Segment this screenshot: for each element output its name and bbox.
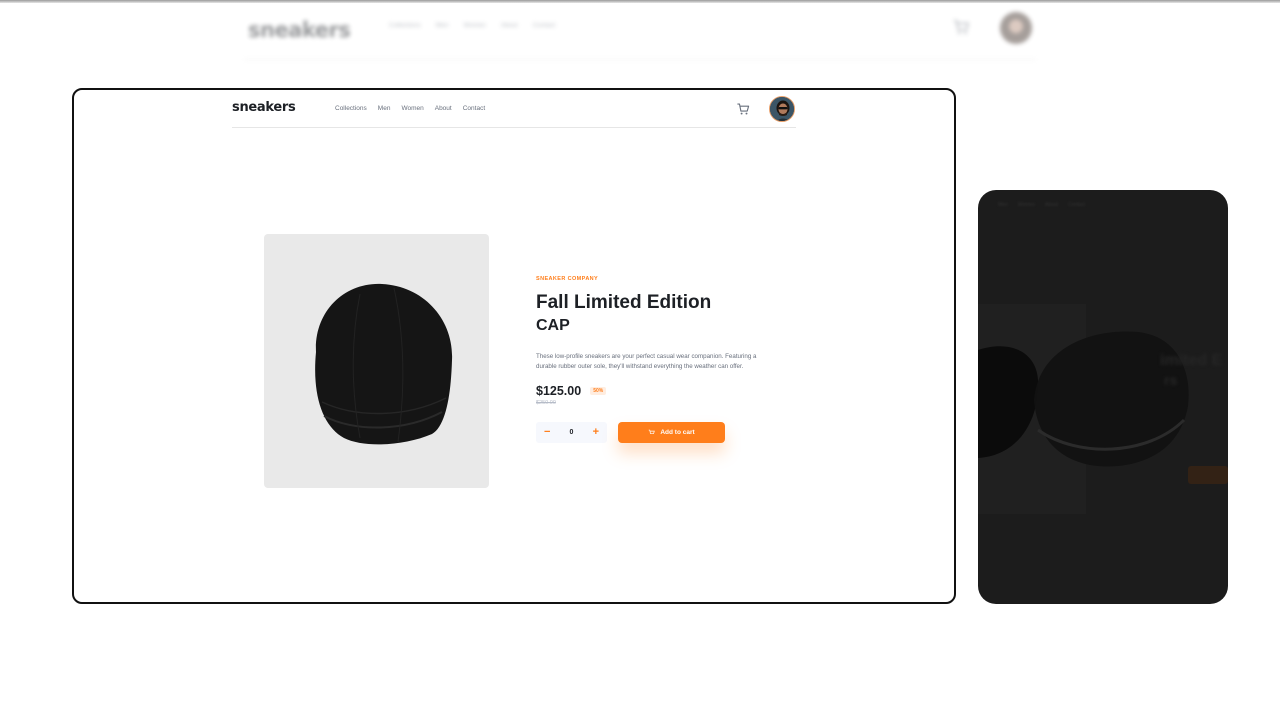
cap-image <box>315 283 453 445</box>
nav-collections[interactable]: Collections <box>335 105 367 112</box>
purchase-actions: − 0 + Add to cart <box>536 422 776 443</box>
cart-icon[interactable] <box>736 102 750 116</box>
background-nav-about: About <box>500 22 518 29</box>
minus-icon[interactable]: − <box>544 427 550 438</box>
quantity-value: 0 <box>569 429 574 436</box>
top-border <box>0 0 1280 3</box>
mobile-title-blurred: imited E <box>1160 352 1223 369</box>
site-header: sneakers Collections Men Women About Con… <box>232 90 796 128</box>
mobile-preview-window: Men Women About Contact imited E rs <box>978 190 1228 604</box>
background-cart-icon <box>953 19 970 35</box>
avatar-portrait-icon <box>770 97 794 121</box>
product-description: These low-profile sneakers are your perf… <box>536 353 757 370</box>
background-nav-women: Women <box>463 22 486 29</box>
nav-women[interactable]: Women <box>401 105 423 112</box>
original-price: $250.00 <box>536 400 556 406</box>
screen: sneakers Collections Men Women About Con… <box>0 0 1280 720</box>
site-logo[interactable]: sneakers <box>232 100 296 115</box>
background-avatar <box>1000 12 1032 44</box>
mobile-product-image <box>978 304 1228 514</box>
add-to-cart-label: Add to cart <box>660 429 695 436</box>
background-nav-collections: Collections <box>389 22 421 29</box>
product-details: SNEAKER COMPANY Fall Limited Edition CAP… <box>536 276 776 443</box>
current-price: $125.00 <box>536 384 582 398</box>
discount-badge: 50% <box>590 387 607 395</box>
add-to-cart-button[interactable]: Add to cart <box>618 422 725 443</box>
background-nav-contact: Contact <box>532 22 556 29</box>
desktop-preview-window: sneakers Collections Men Women About Con… <box>72 88 956 604</box>
brand-label: SNEAKER COMPANY <box>536 276 599 282</box>
mobile-nav-contact: Contact <box>1067 202 1086 208</box>
background-logo: sneakers <box>248 18 351 42</box>
background-nav-men: Men <box>435 22 449 29</box>
product-image[interactable] <box>264 234 489 488</box>
product-subtitle: CAP <box>536 317 570 334</box>
nav-contact[interactable]: Contact <box>463 105 485 112</box>
user-avatar[interactable] <box>769 96 795 122</box>
mobile-subtitle-blurred: rs <box>1164 372 1178 388</box>
button-cart-icon <box>649 429 656 434</box>
nav-men[interactable]: Men <box>378 105 391 112</box>
mobile-nav-men: Men <box>998 202 1008 208</box>
quantity-stepper: − 0 + <box>536 422 607 443</box>
main-nav: Collections Men Women About Contact <box>335 105 485 112</box>
background-nav: Collections Men Women About Contact <box>389 22 555 29</box>
mobile-nav-women: Women <box>1017 202 1035 208</box>
plus-icon[interactable]: + <box>593 427 599 438</box>
nav-about[interactable]: About <box>435 105 452 112</box>
background-header: sneakers Collections Men Women About Con… <box>244 8 1036 60</box>
product-title: Fall Limited Edition <box>536 292 712 313</box>
mobile-nav-about: About <box>1044 202 1058 208</box>
price-row: $125.00 50% <box>536 384 776 398</box>
mobile-nav-blurred: Men Women About Contact <box>998 202 1085 208</box>
